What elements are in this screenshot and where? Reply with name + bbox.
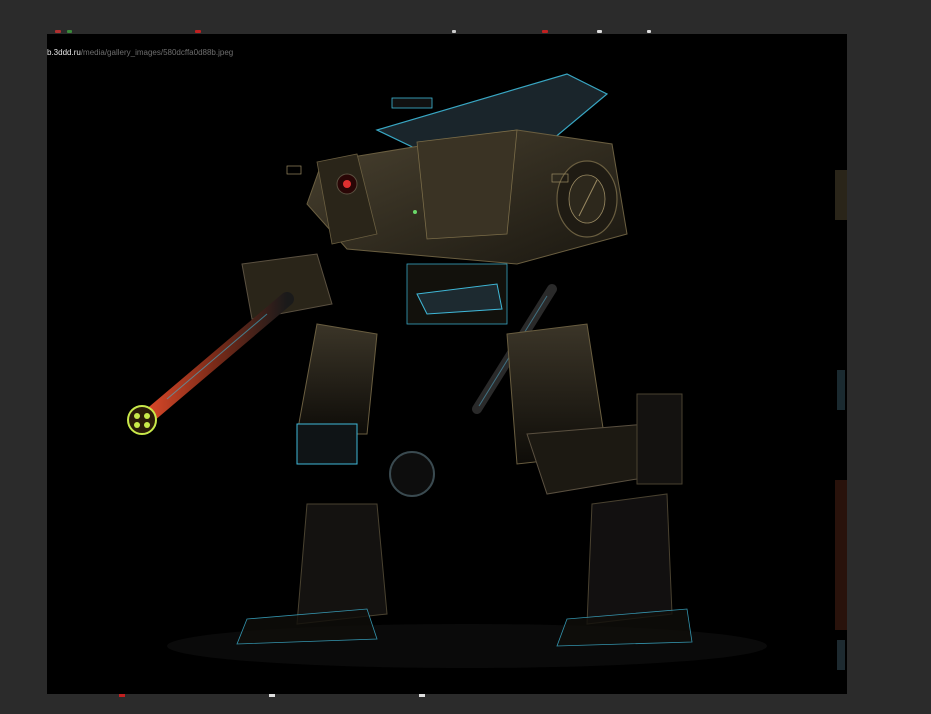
url-domain: b.3ddd.ru xyxy=(47,48,81,57)
image-canvas[interactable]: b.3ddd.ru/media/gallery_images/580dcffa0… xyxy=(47,34,847,694)
url-path: /media/gallery_images/580dcffa0d88b.jpeg xyxy=(80,48,234,57)
adjacent-image-edge xyxy=(835,80,847,680)
image-source-url[interactable]: b.3ddd.ru/media/gallery_images/580dcffa0… xyxy=(47,48,233,57)
mech-robot-image xyxy=(127,73,767,668)
bottom-color-strip xyxy=(47,694,847,714)
image-viewer: b.3ddd.ru/media/gallery_images/580dcffa0… xyxy=(0,0,931,714)
